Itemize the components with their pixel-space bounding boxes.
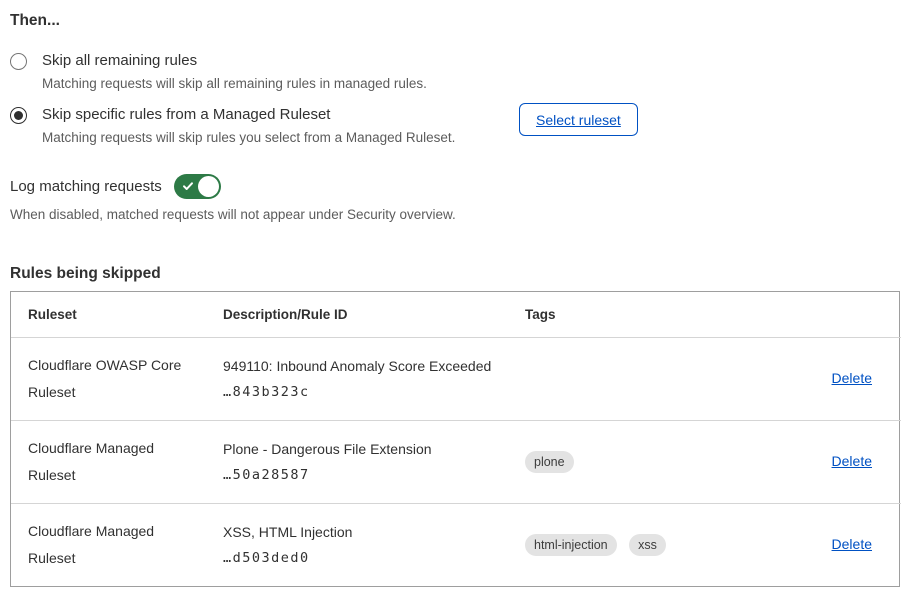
select-ruleset-button[interactable]: Select ruleset <box>519 103 638 136</box>
then-heading: Then... <box>10 12 900 30</box>
tag-badge: xss <box>629 534 666 556</box>
option-skip-specific-rules: Skip specific rules from a Managed Rules… <box>10 106 900 146</box>
tags-cell: html-injection xss <box>525 503 741 586</box>
rule-description: Plone - Dangerous File Extension <box>223 441 525 458</box>
log-description: When disabled, matched requests will not… <box>10 207 900 223</box>
rule-id: …50a28587 <box>223 467 525 483</box>
check-icon <box>182 180 194 192</box>
column-header-actions <box>741 292 901 337</box>
table-row: Cloudflare Managed Ruleset Plone - Dange… <box>11 420 901 503</box>
option-label[interactable]: Skip all remaining rules <box>42 52 427 70</box>
delete-link[interactable]: Delete <box>832 536 872 552</box>
delete-link[interactable]: Delete <box>832 370 872 386</box>
log-matching-requests-label: Log matching requests <box>10 178 162 195</box>
table-row: Cloudflare Managed Ruleset XSS, HTML Inj… <box>11 503 901 586</box>
tags-cell: plone <box>525 420 741 503</box>
rules-being-skipped-heading: Rules being skipped <box>10 265 900 283</box>
option-text: Skip specific rules from a Managed Rules… <box>42 106 455 146</box>
radio-skip-specific-rules[interactable] <box>10 107 27 124</box>
rule-id: …843b323c <box>223 384 525 400</box>
tag-badge: plone <box>525 451 574 473</box>
tag-badge: html-injection <box>525 534 617 556</box>
option-skip-all-remaining-rules: Skip all remaining rules Matching reques… <box>10 52 900 92</box>
delete-link[interactable]: Delete <box>832 453 872 469</box>
tags-cell <box>525 337 741 420</box>
waf-rule-config-page: Then... Skip all remaining rules Matchin… <box>0 0 911 614</box>
ruleset-cell: Cloudflare Managed Ruleset <box>28 518 187 572</box>
ruleset-cell: Cloudflare Managed Ruleset <box>28 435 187 489</box>
option-text: Skip all remaining rules Matching reques… <box>42 52 427 92</box>
rule-id: …d503ded0 <box>223 550 525 566</box>
rule-description: XSS, HTML Injection <box>223 524 525 541</box>
log-matching-requests-row: Log matching requests <box>10 174 900 199</box>
toggle-knob <box>198 176 219 197</box>
ruleset-cell: Cloudflare OWASP Core Ruleset <box>28 352 187 406</box>
rule-description: 949110: Inbound Anomaly Score Exceeded <box>223 358 525 375</box>
column-header-description-rule-id: Description/Rule ID <box>223 292 525 337</box>
option-label[interactable]: Skip specific rules from a Managed Rules… <box>42 106 455 124</box>
option-description: Matching requests will skip all remainin… <box>42 76 427 92</box>
log-matching-requests-toggle[interactable] <box>174 174 221 199</box>
rules-table: Ruleset Description/Rule ID Tags Cloudfl… <box>10 291 900 587</box>
column-header-tags: Tags <box>525 292 741 337</box>
table-header-row: Ruleset Description/Rule ID Tags <box>11 292 901 337</box>
column-header-ruleset: Ruleset <box>11 292 223 337</box>
table-row: Cloudflare OWASP Core Ruleset 949110: In… <box>11 337 901 420</box>
option-description: Matching requests will skip rules you se… <box>42 130 455 146</box>
radio-skip-all-remaining-rules[interactable] <box>10 53 27 70</box>
